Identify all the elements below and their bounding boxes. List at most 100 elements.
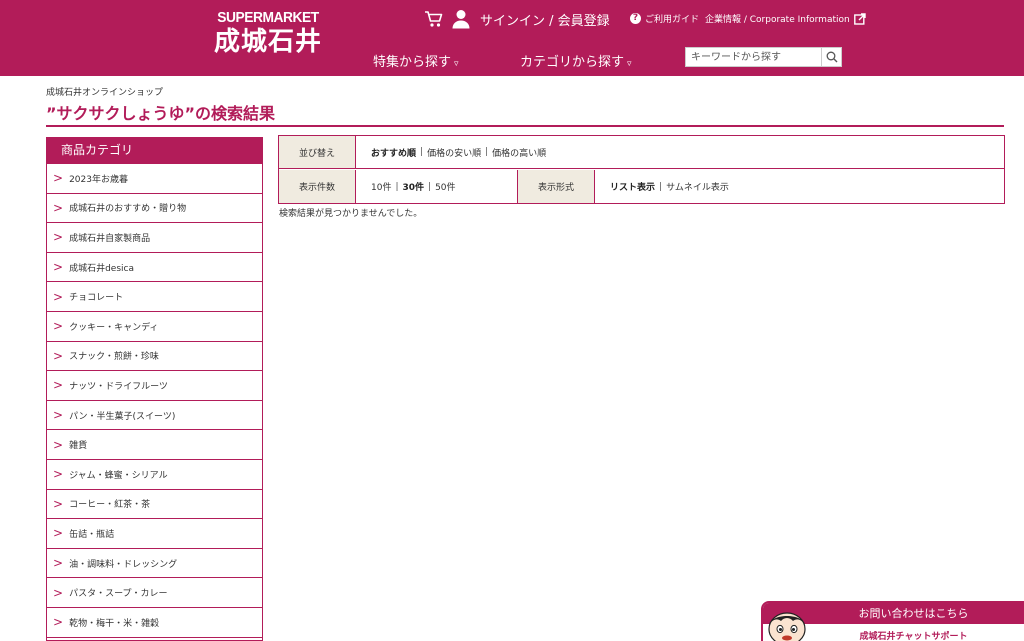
sort-option-recommended[interactable]: おすすめ順 — [371, 146, 416, 159]
page-title: ”サクサクしょうゆ”の検索結果 — [46, 104, 276, 123]
view-label: 表示形式 — [518, 170, 595, 203]
corporate-info-link[interactable]: 企業情報 / Corporate Information — [705, 12, 866, 25]
category-label: コーヒー・紅茶・茶 — [69, 500, 151, 511]
corporate-info-label: 企業情報 / Corporate Information — [705, 15, 850, 25]
sort-row: 並び替え おすすめ順 | 価格の安い順 | 価格の高い順 — [279, 136, 1004, 169]
search-icon — [826, 51, 838, 63]
signin-register-link[interactable]: サインイン / 会員登録 — [480, 10, 610, 29]
category-item[interactable]: >2023年お歳暮 — [47, 164, 262, 194]
chevron-right-icon: > — [53, 378, 64, 393]
sort-option-price-low[interactable]: 価格の安い順 — [427, 146, 481, 159]
chevron-down-icon: ▿ — [627, 59, 632, 69]
category-label: 成城石井desica — [69, 263, 134, 274]
category-item[interactable]: > 雑貨 — [47, 430, 262, 460]
category-item[interactable]: > クッキー・キャンディ — [47, 312, 262, 342]
sort-option-price-high[interactable]: 価格の高い順 — [492, 146, 546, 159]
separator: | — [395, 181, 399, 192]
count-label: 表示件数 — [279, 170, 356, 203]
chevron-right-icon: > — [53, 437, 64, 452]
chevron-right-icon: > — [53, 200, 64, 215]
chevron-right-icon: > — [53, 230, 64, 245]
chevron-right-icon: > — [53, 556, 64, 571]
category-label: 乾物・梅干・米・雑穀 — [69, 618, 160, 629]
category-label: クッキー・キャンディ — [69, 322, 159, 333]
chevron-right-icon: > — [53, 408, 64, 423]
logo-supermarket-text: SUPERMARKET — [217, 9, 319, 26]
chevron-right-icon: > — [53, 496, 64, 511]
category-item[interactable]: > 成城石井のおすすめ・贈り物 — [47, 194, 262, 224]
search-button[interactable] — [821, 48, 841, 66]
chevron-right-icon: > — [53, 171, 64, 186]
category-item[interactable]: > 成城石井自家製商品 — [47, 223, 262, 253]
category-item[interactable]: > パスタ・スープ・カレー — [47, 578, 262, 608]
chevron-right-icon: > — [53, 348, 64, 363]
view-options: リスト表示 | サムネイル表示 — [595, 170, 1003, 203]
site-header: SUPERMARKET 成城石井 サインイン / 会員登録 ? ご利用ガイド 企… — [0, 0, 1024, 76]
chevron-right-icon: > — [53, 585, 64, 600]
guide-label: ご利用ガイド — [645, 15, 700, 25]
separator: | — [659, 181, 663, 192]
nav-category-dropdown[interactable]: カテゴリから探す ▿ — [520, 51, 632, 70]
title-divider — [46, 125, 1004, 127]
no-results-message: 検索結果が見つかりませんでした。 — [279, 209, 423, 219]
category-label: スナック・煎餅・珍味 — [69, 352, 159, 363]
count-options: 10件 | 30件 | 50件 — [356, 170, 518, 203]
category-item[interactable]: > ジャム・蜂蜜・シリアル — [47, 460, 262, 490]
count-option-10[interactable]: 10件 — [371, 180, 391, 193]
category-label: 成城石井のおすすめ・贈り物 — [69, 204, 187, 215]
category-item[interactable]: > チョコレート — [47, 282, 262, 312]
category-label: パン・半生菓子(スイーツ) — [69, 411, 176, 422]
nav-feature-dropdown[interactable]: 特集から探す ▿ — [373, 51, 459, 70]
external-link-icon — [853, 12, 866, 25]
mascot-icon — [768, 612, 806, 641]
chevron-right-icon: > — [53, 526, 64, 541]
category-sidebar: 商品カテゴリ >2023年お歳暮 > 成城石井のおすすめ・贈り物 > 成城石井自家製… — [46, 137, 263, 641]
category-label: 2023年お歳暮 — [69, 174, 128, 185]
help-icon: ? — [630, 13, 641, 24]
view-option-thumbnail[interactable]: サムネイル表示 — [666, 180, 729, 193]
separator: | — [485, 147, 489, 157]
category-item[interactable]: > 缶詰・瓶詰 — [47, 519, 262, 549]
breadcrumb[interactable]: 成城石井オンラインショップ — [46, 85, 163, 98]
search-input[interactable] — [686, 48, 822, 66]
category-label: ナッツ・ドライフルーツ — [69, 381, 168, 392]
guide-link[interactable]: ? ご利用ガイド — [630, 12, 699, 25]
nav-category-label: カテゴリから探す — [520, 55, 625, 70]
category-item[interactable]: > スナック・煎餅・珍味 — [47, 342, 262, 372]
cart-icon[interactable] — [424, 9, 444, 29]
category-item[interactable]: > 油・調味料・ドレッシング — [47, 549, 262, 579]
chevron-right-icon: > — [53, 467, 64, 482]
view-option-list[interactable]: リスト表示 — [610, 180, 655, 193]
user-icon[interactable] — [452, 9, 470, 29]
search-box — [685, 47, 842, 67]
category-label: チョコレート — [69, 293, 124, 304]
sort-label: 並び替え — [279, 136, 356, 168]
logo-brand-text: 成城石井 — [213, 27, 322, 57]
result-options-table: 並び替え おすすめ順 | 価格の安い順 | 価格の高い順 表示件数 10件 | 30件… — [278, 135, 1005, 204]
category-item[interactable]: > 成城石井desica — [47, 253, 262, 283]
category-label: 油・調味料・ドレッシング — [69, 559, 178, 570]
nav-feature-label: 特集から探す — [373, 55, 452, 70]
category-label: 缶詰・瓶詰 — [69, 529, 115, 540]
sidebar-title: 商品カテゴリ — [47, 137, 262, 164]
count-option-30[interactable]: 30件 — [403, 180, 425, 193]
category-item[interactable]: > ナッツ・ドライフルーツ — [47, 371, 262, 401]
count-option-50[interactable]: 50件 — [435, 180, 455, 193]
category-item[interactable]: > コーヒー・紅茶・茶 — [47, 490, 262, 520]
category-item[interactable]: > パン・半生菓子(スイーツ) — [47, 401, 262, 431]
site-logo[interactable]: SUPERMARKET 成城石井 — [200, 10, 336, 58]
chevron-down-icon: ▿ — [454, 59, 459, 69]
display-row: 表示件数 10件 | 30件 | 50件 表示形式 リスト表示 | サムネイル表示 — [279, 170, 1004, 203]
category-label: パスタ・スープ・カレー — [69, 589, 168, 600]
chevron-right-icon: > — [53, 260, 64, 275]
sort-options: おすすめ順 | 価格の安い順 | 価格の高い順 — [356, 136, 1004, 168]
category-item[interactable]: > 乾物・梅干・米・雑穀 — [47, 608, 262, 638]
separator: | — [420, 147, 424, 157]
separator: | — [428, 181, 432, 192]
chevron-right-icon: > — [53, 319, 64, 334]
category-label: 雑貨 — [69, 441, 88, 452]
chevron-right-icon: > — [53, 615, 64, 630]
chevron-right-icon: > — [53, 289, 64, 304]
category-label: 成城石井自家製商品 — [69, 233, 151, 244]
category-label: ジャム・蜂蜜・シリアル — [69, 470, 168, 481]
